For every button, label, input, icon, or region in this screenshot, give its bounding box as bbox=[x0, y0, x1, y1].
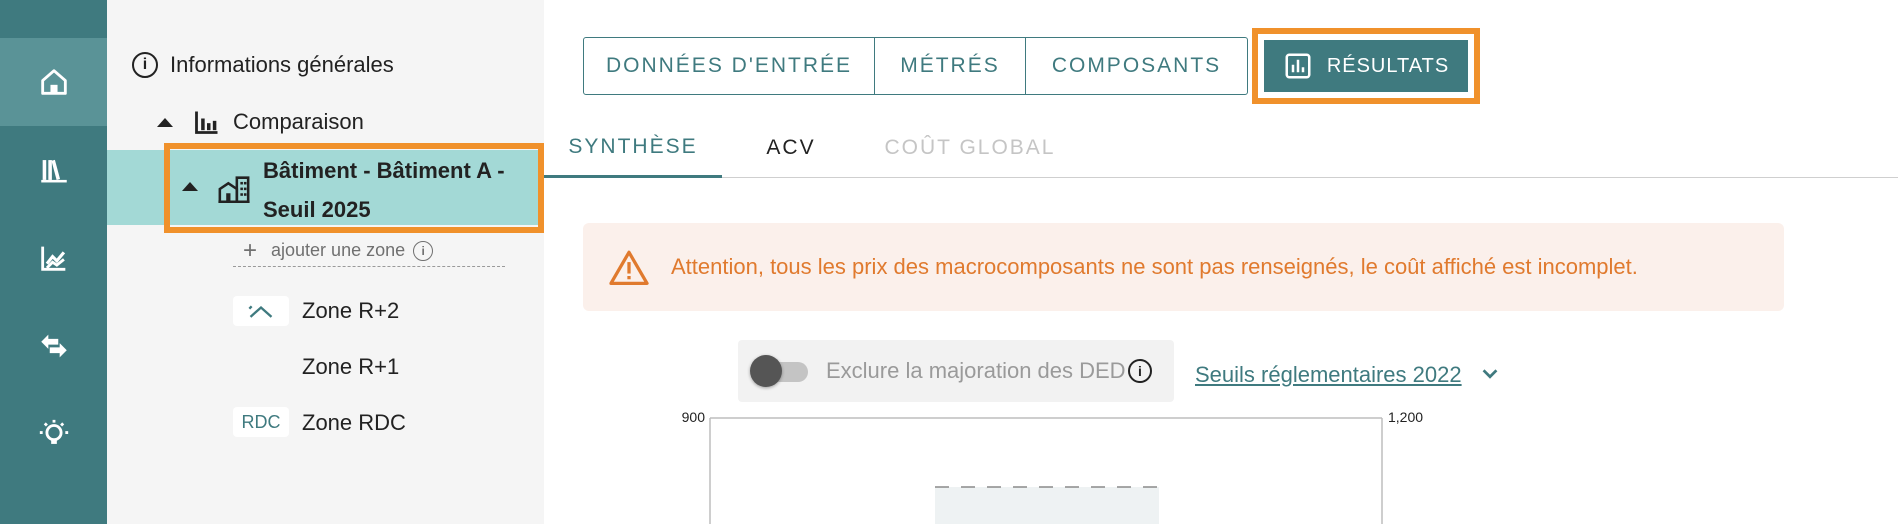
tab-synthese[interactable]: SYNTHÈSE bbox=[544, 118, 722, 178]
tree-item-label: Comparaison bbox=[233, 109, 364, 134]
nav-ideas[interactable] bbox=[0, 390, 107, 478]
building-icon bbox=[218, 176, 250, 204]
tree-item-label: Informations générales bbox=[170, 52, 394, 77]
project-tree: i Informations générales Comparaison Bât… bbox=[107, 0, 544, 524]
zone-label: Zone R+2 bbox=[302, 298, 400, 323]
btn-donnees-entree[interactable]: DONNÉES D'ENTRÉE bbox=[584, 38, 874, 94]
results-chart: 900 1,200 bbox=[682, 409, 1423, 524]
toggle-label: Exclure la majoration des DED bbox=[826, 358, 1126, 383]
btn-composants[interactable]: COMPOSANTS bbox=[1025, 38, 1247, 94]
alert-text: Attention, tous les prix des macrocompos… bbox=[671, 254, 1638, 279]
chart-bar bbox=[935, 487, 1159, 524]
zone-badge bbox=[233, 296, 289, 326]
results-subtabs: SYNTHÈSE ACV COÛT GLOBAL bbox=[544, 118, 1898, 178]
tree-item-comparison[interactable]: Comparaison bbox=[157, 108, 364, 136]
nav-transfer[interactable] bbox=[0, 302, 107, 390]
library-icon bbox=[40, 159, 67, 183]
warning-triangle-icon bbox=[609, 250, 649, 285]
collapse-caret-icon[interactable] bbox=[182, 182, 198, 191]
warning-alert: Attention, tous les prix des macrocompos… bbox=[583, 223, 1784, 311]
bar-chart-icon bbox=[195, 111, 218, 134]
zone-item[interactable]: Zone R+1 bbox=[302, 354, 399, 380]
analytics-icon bbox=[40, 246, 65, 271]
seuils-dropdown-link[interactable]: Seuils réglementaires 2022 bbox=[1195, 362, 1462, 388]
btn-metres[interactable]: MÉTRÉS bbox=[874, 38, 1025, 94]
exclude-ded-toggle-box: Exclure la majoration des DED i bbox=[738, 340, 1174, 402]
tree-item-general-info[interactable]: i Informations générales bbox=[132, 52, 394, 78]
zone-item[interactable]: Zone R+2 bbox=[302, 298, 399, 324]
results-label: RÉSULTATS bbox=[1326, 54, 1450, 77]
zone-badge: RDC bbox=[233, 407, 289, 437]
section-button-group: DONNÉES D'ENTRÉE MÉTRÉS COMPOSANTS bbox=[583, 37, 1248, 95]
swap-arrows-icon bbox=[40, 334, 67, 358]
tab-acv[interactable]: ACV bbox=[722, 118, 860, 178]
results-chart-icon bbox=[1285, 53, 1311, 79]
icon-rail bbox=[0, 0, 107, 524]
right-axis-tick-label: 1,200 bbox=[1388, 409, 1423, 425]
nav-library[interactable] bbox=[0, 126, 107, 214]
info-icon[interactable]: i bbox=[1128, 359, 1152, 383]
chevron-down-icon[interactable] bbox=[1479, 363, 1501, 385]
zone-label: Zone R+1 bbox=[302, 354, 400, 379]
left-axis-tick-label: 900 bbox=[682, 409, 706, 425]
zone-roof-icon bbox=[248, 305, 273, 318]
zone-label: Zone RDC bbox=[302, 410, 406, 435]
add-zone-button[interactable]: + ajouter une zone i bbox=[233, 235, 505, 267]
lightbulb-icon bbox=[39, 419, 68, 444]
selected-building-label: Bâtiment - Bâtiment A - Seuil 2025 bbox=[263, 158, 505, 222]
tab-cout-global: COÛT GLOBAL bbox=[884, 136, 1056, 159]
highlight-outline: RÉSULTATS bbox=[1252, 28, 1480, 104]
main-content: DONNÉES D'ENTRÉE MÉTRÉS COMPOSANTS RÉSUL… bbox=[544, 0, 1898, 524]
info-icon: i bbox=[132, 52, 158, 78]
collapse-caret-icon[interactable] bbox=[157, 117, 173, 127]
info-icon[interactable]: i bbox=[413, 240, 434, 261]
nav-analytics[interactable] bbox=[0, 214, 107, 302]
home-icon bbox=[40, 69, 67, 95]
plus-icon: + bbox=[243, 236, 258, 264]
zone-item[interactable]: Zone RDC bbox=[302, 410, 406, 436]
nav-home[interactable] bbox=[0, 38, 107, 126]
btn-resultats[interactable]: RÉSULTATS bbox=[1264, 40, 1468, 92]
toggle-switch[interactable] bbox=[750, 355, 782, 387]
add-zone-label: ajouter une zone bbox=[271, 240, 406, 260]
